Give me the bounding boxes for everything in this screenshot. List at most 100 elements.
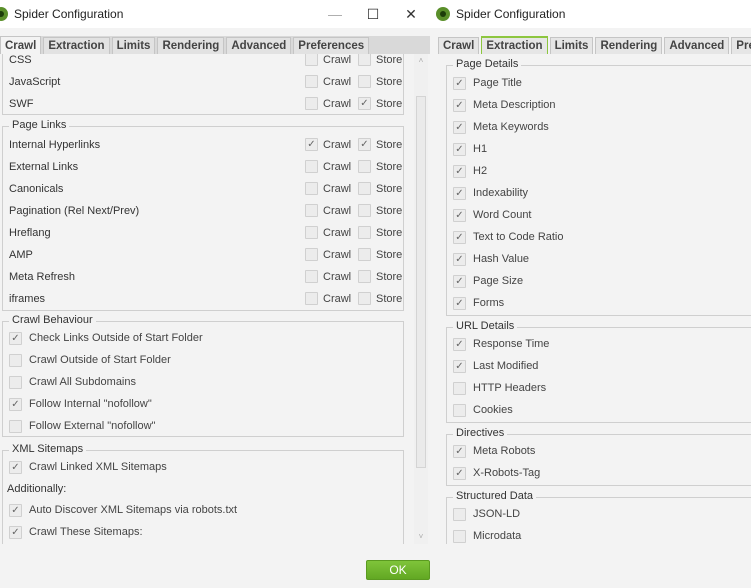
crawl-option[interactable]: Crawl [305, 226, 351, 239]
checkbox[interactable] [9, 419, 22, 433]
checkbox[interactable]: ✓ [9, 503, 22, 517]
crawl-checkbox[interactable]: ✓ [305, 138, 318, 151]
checkbox[interactable]: ✓ [453, 76, 466, 90]
checkbox[interactable]: ✓ [453, 186, 466, 200]
crawl-option[interactable]: Crawl [305, 248, 351, 261]
crawl-checkbox[interactable] [305, 75, 318, 88]
store-option[interactable]: Store [358, 54, 402, 66]
directives-option[interactable]: ✓ X-Robots-Tag [453, 462, 540, 484]
checkbox[interactable]: ✓ [453, 296, 466, 310]
crawl-option[interactable]: Crawl [305, 75, 351, 88]
store-checkbox[interactable] [358, 54, 371, 66]
crawl-checkbox[interactable] [305, 248, 318, 261]
crawl-behaviour-option[interactable]: ✓ Check Links Outside of Start Folder [9, 327, 203, 349]
store-option[interactable]: Store [358, 226, 402, 239]
crawl-option[interactable]: Crawl [305, 182, 351, 195]
checkbox[interactable] [453, 403, 466, 417]
store-checkbox[interactable] [358, 182, 371, 195]
tab-rendering[interactable]: Rendering [595, 37, 663, 54]
crawl-option[interactable]: Crawl [305, 270, 351, 283]
checkbox[interactable]: ✓ [453, 337, 466, 351]
tab-preferences[interactable]: Preferences [731, 37, 751, 54]
checkbox[interactable]: ✓ [9, 397, 22, 411]
store-checkbox[interactable]: ✓ [358, 138, 371, 151]
checkbox[interactable] [453, 529, 466, 543]
crawl-checkbox[interactable] [305, 97, 318, 110]
tab-crawl[interactable]: Crawl [438, 37, 480, 54]
crawl-option[interactable]: Crawl [305, 54, 351, 66]
store-option[interactable]: Store [358, 160, 402, 173]
checkbox[interactable]: ✓ [453, 274, 466, 288]
checkbox[interactable]: ✓ [453, 208, 466, 222]
scroll-down-arrow-icon[interactable]: ˅ [414, 530, 428, 544]
url-details-option[interactable]: ✓ Last Modified [453, 355, 538, 377]
store-option[interactable]: ✓ Store [358, 97, 402, 110]
page-details-option[interactable]: ✓ Meta Description [453, 94, 556, 116]
checkbox[interactable]: ✓ [453, 120, 466, 134]
url-details-option[interactable]: HTTP Headers [453, 377, 546, 399]
crawl-checkbox[interactable] [305, 292, 318, 305]
close-button[interactable]: ✕ [392, 0, 430, 28]
store-checkbox[interactable] [358, 248, 371, 261]
crawl-checkbox[interactable] [305, 204, 318, 217]
ok-button[interactable]: OK [366, 560, 430, 580]
checkbox[interactable]: ✓ [9, 460, 22, 474]
tab-limits[interactable]: Limits [549, 37, 594, 54]
checkbox[interactable] [9, 353, 22, 367]
crawl-checkbox[interactable] [305, 182, 318, 195]
crawl-option[interactable]: Crawl [305, 160, 351, 173]
checkbox[interactable]: ✓ [453, 142, 466, 156]
checkbox[interactable]: ✓ [453, 98, 466, 112]
checkbox[interactable] [453, 507, 466, 521]
crawl-option[interactable]: Crawl [305, 204, 351, 217]
checkbox[interactable]: ✓ [9, 525, 22, 539]
tab-extraction[interactable]: Extraction [43, 37, 110, 54]
scrollbar-thumb[interactable] [416, 96, 426, 468]
checkbox[interactable]: ✓ [9, 331, 22, 345]
crawl-linked-xml-sitemaps-checkbox[interactable]: ✓ Crawl Linked XML Sitemaps [9, 456, 167, 478]
tab-limits[interactable]: Limits [111, 37, 156, 54]
tab-preferences[interactable]: Preferences [293, 37, 370, 54]
minimize-button[interactable]: — [316, 0, 354, 28]
tab-advanced[interactable]: Advanced [226, 37, 292, 54]
store-option[interactable]: Store [358, 292, 402, 305]
store-checkbox[interactable] [358, 75, 371, 88]
page-details-option[interactable]: ✓ Text to Code Ratio [453, 226, 564, 248]
auto-discover-sitemaps-checkbox[interactable]: ✓ Auto Discover XML Sitemaps via robots.… [9, 499, 237, 521]
page-details-option[interactable]: ✓ Forms [453, 292, 504, 314]
store-option[interactable]: ✓ Store [358, 138, 402, 151]
store-option[interactable]: Store [358, 75, 402, 88]
crawl-behaviour-option[interactable]: Follow External "nofollow" [9, 415, 155, 437]
store-option[interactable]: Store [358, 270, 402, 283]
scroll-up-arrow-icon[interactable]: ˄ [414, 54, 428, 68]
page-details-option[interactable]: ✓ Page Title [453, 72, 522, 94]
structured-data-option[interactable]: JSON-LD [453, 503, 520, 525]
store-checkbox[interactable] [358, 270, 371, 283]
crawl-checkbox[interactable] [305, 226, 318, 239]
store-option[interactable]: Store [358, 248, 402, 261]
store-checkbox[interactable] [358, 292, 371, 305]
maximize-button[interactable]: ☐ [354, 0, 392, 28]
crawl-behaviour-option[interactable]: Crawl Outside of Start Folder [9, 349, 171, 371]
store-checkbox[interactable] [358, 160, 371, 173]
crawl-these-sitemaps-checkbox[interactable]: ✓ Crawl These Sitemaps: [9, 521, 143, 543]
crawl-checkbox[interactable] [305, 270, 318, 283]
checkbox[interactable] [453, 381, 466, 395]
store-checkbox[interactable]: ✓ [358, 97, 371, 110]
page-details-option[interactable]: ✓ Meta Keywords [453, 116, 549, 138]
checkbox[interactable] [9, 375, 22, 389]
tab-advanced[interactable]: Advanced [664, 37, 730, 54]
store-checkbox[interactable] [358, 226, 371, 239]
tab-rendering[interactable]: Rendering [157, 37, 225, 54]
checkbox[interactable]: ✓ [453, 444, 466, 458]
structured-data-option[interactable]: Microdata [453, 525, 521, 544]
store-option[interactable]: Store [358, 182, 402, 195]
store-checkbox[interactable] [358, 204, 371, 217]
page-details-option[interactable]: ✓ H1 [453, 138, 487, 160]
checkbox[interactable]: ✓ [453, 359, 466, 373]
page-details-option[interactable]: ✓ Indexability [453, 182, 528, 204]
page-details-option[interactable]: ✓ Word Count [453, 204, 532, 226]
tab-extraction[interactable]: Extraction [481, 36, 548, 54]
checkbox[interactable]: ✓ [453, 466, 466, 480]
crawl-checkbox[interactable] [305, 160, 318, 173]
